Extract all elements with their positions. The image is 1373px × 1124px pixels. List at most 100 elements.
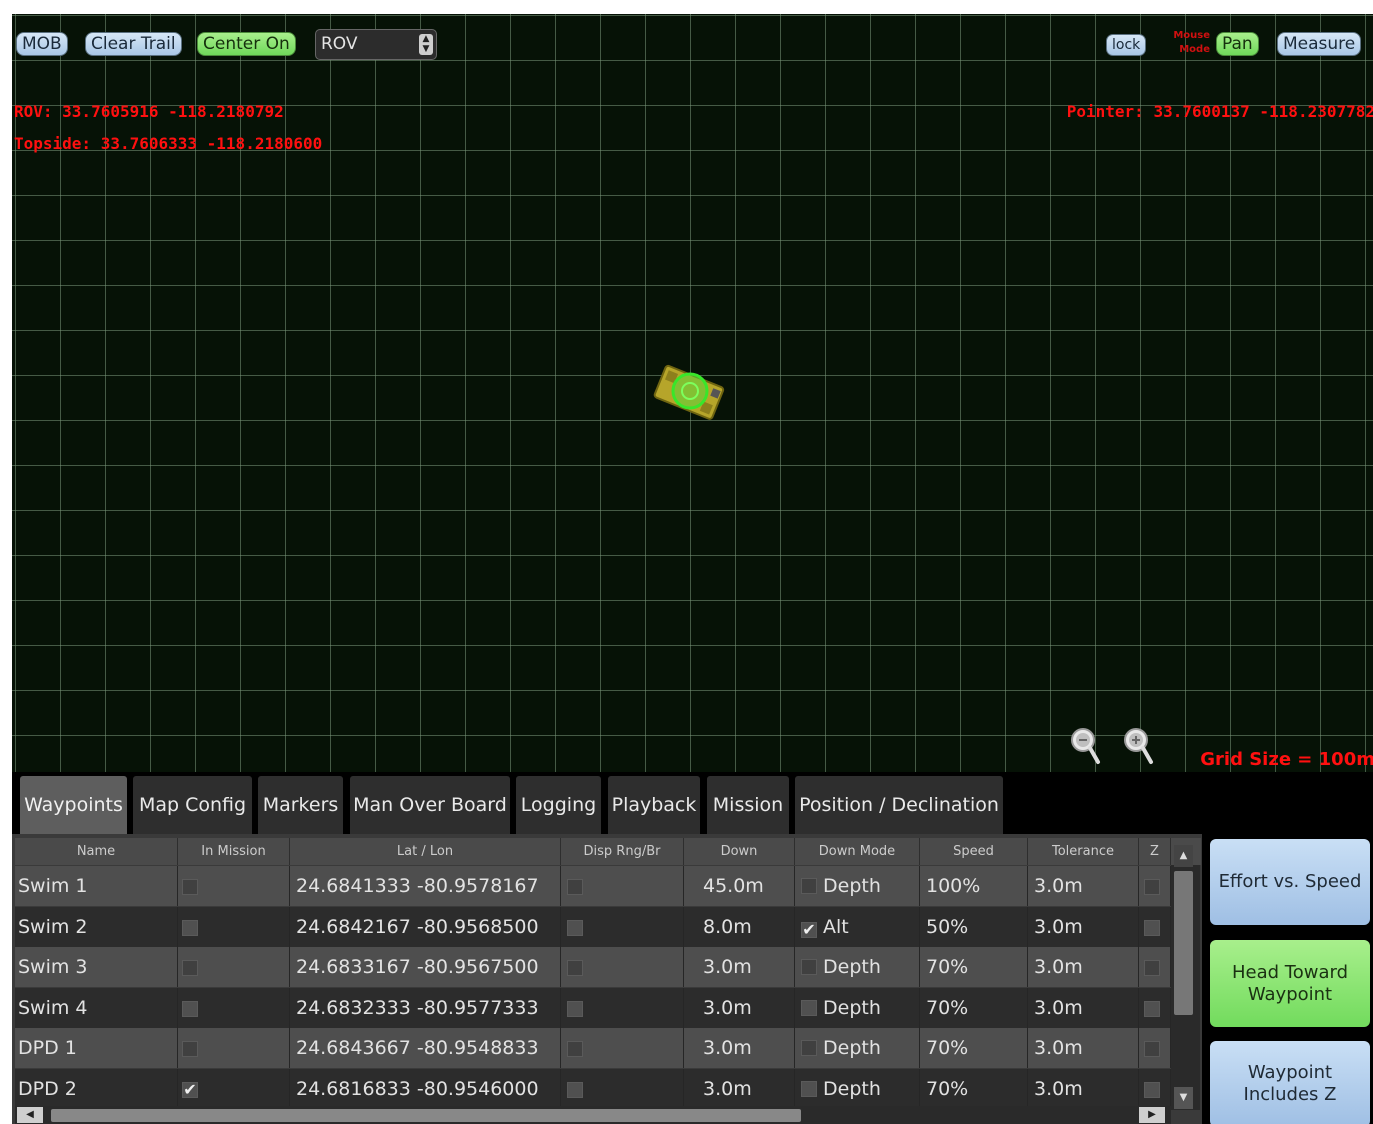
cell-in-mission[interactable] — [178, 866, 290, 906]
tab-man-over-board[interactable]: Man Over Board — [350, 776, 510, 834]
clear-trail-button[interactable]: Clear Trail — [85, 32, 182, 56]
cell-disp-rng-br[interactable] — [561, 1068, 684, 1109]
tab-map-config[interactable]: Map Config — [133, 776, 252, 834]
cell-down[interactable]: 3.0m — [684, 987, 795, 1028]
cell-down-mode[interactable]: ✔ Alt — [795, 906, 920, 947]
cell-disp-rng-br[interactable] — [561, 906, 684, 947]
cell-name[interactable]: Swim 2 — [15, 906, 178, 947]
cell-down-mode[interactable]: Depth — [795, 1068, 920, 1109]
table-row[interactable]: DPD 2 ✔ 24.6816833 -80.9546000 3.0m Depth 70%… — [15, 1068, 1171, 1109]
tab-position-declination[interactable]: Position / Declination — [795, 776, 1003, 834]
mob-button[interactable]: MOB — [16, 32, 68, 56]
disp-rng-br-checkbox[interactable] — [567, 1081, 583, 1098]
column-header-disp-rng-br[interactable]: Disp Rng/Br — [561, 838, 684, 865]
tab-playback[interactable]: Playback — [608, 776, 700, 834]
down-mode-checkbox[interactable]: ✔ — [801, 921, 817, 938]
tab-logging[interactable]: Logging — [516, 776, 601, 834]
scroll-up-icon[interactable]: ▲ — [1174, 845, 1193, 867]
z-checkbox[interactable] — [1144, 879, 1160, 895]
in-mission-checkbox[interactable]: ✔ — [182, 1081, 198, 1098]
cell-name[interactable]: Swim 3 — [15, 947, 178, 987]
cell-tolerance[interactable]: 3.0m — [1028, 1028, 1139, 1068]
cell-speed[interactable]: 100% — [920, 866, 1028, 906]
z-checkbox[interactable] — [1144, 1081, 1160, 1098]
disp-rng-br-checkbox[interactable] — [567, 879, 583, 895]
table-row[interactable]: Swim 2 24.6842167 -80.9568500 8.0m ✔ Alt 50% 3… — [15, 906, 1171, 947]
cell-in-mission[interactable]: ✔ — [178, 1068, 290, 1109]
cell-down[interactable]: 3.0m — [684, 947, 795, 987]
down-mode-checkbox[interactable] — [801, 878, 817, 894]
cell-in-mission[interactable] — [178, 1028, 290, 1068]
in-mission-checkbox[interactable] — [182, 1041, 198, 1057]
table-row[interactable]: Swim 1 24.6841333 -80.9578167 45.0m Depth 10… — [15, 866, 1171, 906]
cell-tolerance[interactable]: 3.0m — [1028, 1068, 1139, 1109]
down-mode-checkbox[interactable] — [801, 999, 817, 1016]
cell-in-mission[interactable] — [178, 906, 290, 947]
column-header-speed[interactable]: Speed — [920, 838, 1028, 865]
spinner-arrows-icon[interactable]: ▲ ▼ — [419, 34, 433, 55]
zoom-in-icon[interactable] — [1122, 726, 1156, 766]
cell-lat-lon[interactable]: 24.6842167 -80.9568500 — [290, 906, 561, 947]
cell-name[interactable]: DPD 1 — [15, 1028, 178, 1068]
cell-lat-lon[interactable]: 24.6833167 -80.9567500 — [290, 947, 561, 987]
measure-button[interactable]: Measure — [1277, 32, 1362, 56]
center-on-button[interactable]: Center On — [197, 32, 296, 56]
in-mission-checkbox[interactable] — [182, 960, 198, 976]
disp-rng-br-checkbox[interactable] — [567, 1000, 583, 1017]
cell-z[interactable] — [1139, 947, 1171, 987]
effort-vs-speed-button[interactable]: Effort vs. Speed — [1210, 839, 1370, 925]
cell-tolerance[interactable]: 3.0m — [1028, 987, 1139, 1028]
cell-down[interactable]: 3.0m — [684, 1068, 795, 1109]
cell-down[interactable]: 45.0m — [684, 866, 795, 906]
table-row[interactable]: Swim 4 24.6832333 -80.9577333 3.0m Depth 70%… — [15, 987, 1171, 1028]
disp-rng-br-checkbox[interactable] — [567, 960, 583, 976]
cell-lat-lon[interactable]: 24.6832333 -80.9577333 — [290, 987, 561, 1028]
z-checkbox[interactable] — [1144, 1000, 1160, 1017]
cell-tolerance[interactable]: 3.0m — [1028, 906, 1139, 947]
cell-lat-lon[interactable]: 24.6816833 -80.9546000 — [290, 1068, 561, 1109]
column-header-tolerance[interactable]: Tolerance — [1028, 838, 1139, 865]
column-header-in-mission[interactable]: In Mission — [178, 838, 290, 865]
down-mode-checkbox[interactable] — [801, 1040, 817, 1056]
column-header-z[interactable]: Z — [1139, 838, 1171, 865]
cell-name[interactable]: Swim 1 — [15, 866, 178, 906]
table-horizontal-scrollbar[interactable]: ◀ ▶ — [15, 1106, 1171, 1124]
column-header-down[interactable]: Down — [684, 838, 795, 865]
table-row[interactable]: Swim 3 24.6833167 -80.9567500 3.0m Depth 70%… — [15, 947, 1171, 987]
vertical-scroll-thumb[interactable] — [1174, 871, 1193, 1015]
cell-down[interactable]: 8.0m — [684, 906, 795, 947]
down-mode-checkbox[interactable] — [801, 959, 817, 975]
tab-waypoints[interactable]: Waypoints — [20, 776, 127, 834]
cell-speed[interactable]: 70% — [920, 1068, 1028, 1109]
zoom-out-icon[interactable] — [1069, 726, 1103, 766]
disp-rng-br-checkbox[interactable] — [567, 1041, 583, 1057]
z-checkbox[interactable] — [1144, 1041, 1160, 1057]
cell-down-mode[interactable]: Depth — [795, 1028, 920, 1068]
cell-z[interactable] — [1139, 866, 1171, 906]
column-header-name[interactable]: Name — [15, 838, 178, 865]
cell-disp-rng-br[interactable] — [561, 1028, 684, 1068]
in-mission-checkbox[interactable] — [182, 879, 198, 895]
cell-down[interactable]: 3.0m — [684, 1028, 795, 1068]
cell-disp-rng-br[interactable] — [561, 866, 684, 906]
cell-name[interactable]: Swim 4 — [15, 987, 178, 1028]
cell-speed[interactable]: 50% — [920, 906, 1028, 947]
in-mission-checkbox[interactable] — [182, 1000, 198, 1017]
head-toward-waypoint-button[interactable]: Head Toward Waypoint — [1210, 940, 1370, 1027]
cell-lat-lon[interactable]: 24.6841333 -80.9578167 — [290, 866, 561, 906]
cell-speed[interactable]: 70% — [920, 1028, 1028, 1068]
cell-z[interactable] — [1139, 987, 1171, 1028]
cell-tolerance[interactable]: 3.0m — [1028, 947, 1139, 987]
cell-z[interactable] — [1139, 1028, 1171, 1068]
cell-down-mode[interactable]: Depth — [795, 947, 920, 987]
cell-in-mission[interactable] — [178, 987, 290, 1028]
lock-button[interactable]: lock — [1106, 34, 1147, 56]
cell-tolerance[interactable]: 3.0m — [1028, 866, 1139, 906]
z-checkbox[interactable] — [1144, 960, 1160, 976]
cell-name[interactable]: DPD 2 — [15, 1068, 178, 1109]
disp-rng-br-checkbox[interactable] — [567, 919, 583, 936]
in-mission-checkbox[interactable] — [182, 919, 198, 936]
horizontal-scroll-thumb[interactable] — [51, 1109, 801, 1122]
cell-down-mode[interactable]: Depth — [795, 866, 920, 906]
tab-mission[interactable]: Mission — [707, 776, 789, 834]
